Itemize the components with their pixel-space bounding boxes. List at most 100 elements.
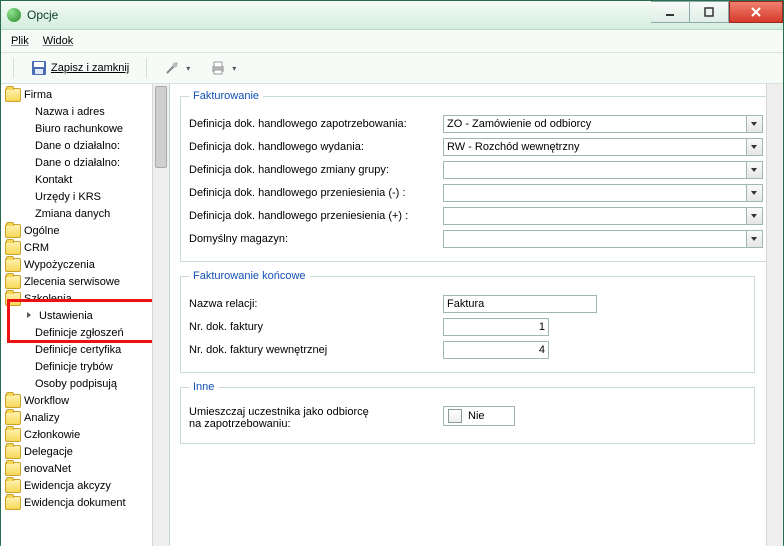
tree-item-delegacje[interactable]: Delegacje — [1, 443, 169, 460]
tree-item-def-certyfikatow[interactable]: Definicje certyfika — [1, 341, 169, 358]
combo-input[interactable] — [443, 230, 747, 248]
combo-input[interactable] — [443, 138, 747, 156]
chevron-down-icon: ▾ — [232, 64, 236, 73]
row-def-wydania: Definicja dok. handlowego wydania: — [189, 138, 763, 156]
tree-item-czlonkowie[interactable]: Członkowie — [1, 426, 169, 443]
app-icon — [7, 8, 21, 22]
tree-item-osoby[interactable]: Osoby podpisują — [1, 375, 169, 392]
combo-def-wydania[interactable] — [443, 138, 763, 156]
folder-icon — [5, 224, 21, 238]
menubar: Plik Widok — [1, 30, 783, 53]
save-and-close-button[interactable]: Zapisz i zamknij — [24, 57, 136, 79]
row-domyslny-magazyn: Domyślny magazyn: — [189, 230, 763, 248]
folder-icon — [5, 241, 21, 255]
input-nazwa-relacji[interactable] — [443, 295, 597, 313]
folder-icon — [5, 428, 21, 442]
menu-file[interactable]: Plik — [11, 35, 29, 47]
tree-scrollbar[interactable] — [152, 84, 169, 546]
label: Nr. dok. faktury wewnętrznej — [189, 344, 443, 356]
maximize-button[interactable] — [690, 1, 729, 23]
row-nazwa-relacji: Nazwa relacji: — [189, 295, 746, 313]
tree-item-nazwa[interactable]: Nazwa i adres — [1, 103, 169, 120]
chevron-down-icon[interactable] — [747, 161, 763, 179]
input-nr-faktury[interactable] — [443, 318, 549, 336]
combo-def-przeniesienia-minus[interactable] — [443, 184, 763, 202]
scrollbar-thumb[interactable] — [155, 86, 167, 168]
combo-domyslny-magazyn[interactable] — [443, 230, 763, 248]
menu-view[interactable]: Widok — [43, 35, 74, 47]
combo-input[interactable] — [443, 161, 747, 179]
combo-def-przeniesienia-plus[interactable] — [443, 207, 763, 225]
combo-def-zmiany-grupy[interactable] — [443, 161, 763, 179]
window: Opcje Plik Widok Zapisz i zamknij ▾ — [0, 0, 784, 544]
tree-item-crm[interactable]: CRM — [1, 239, 169, 256]
nav-tree: Firma Nazwa i adres Biuro rachunkowe Dan… — [1, 84, 170, 546]
checkbox-umieszczaj-uczestnika[interactable]: Nie — [443, 406, 515, 426]
tree-item-zlecenia[interactable]: Zlecenia serwisowe — [1, 273, 169, 290]
print-icon — [210, 60, 226, 76]
label: Umieszczaj uczestnika jako odbiorcę na z… — [189, 406, 443, 430]
group-fakturowanie: Fakturowanie Definicja dok. handlowego z… — [180, 90, 772, 262]
chevron-down-icon[interactable] — [747, 138, 763, 156]
chevron-down-icon[interactable] — [747, 184, 763, 202]
save-and-close-label: Zapisz i zamknij — [51, 62, 129, 74]
folder-icon — [5, 292, 21, 306]
tree-item-workflow[interactable]: Workflow — [1, 392, 169, 409]
tree-item-wypozyczenia[interactable]: Wypożyczenia — [1, 256, 169, 273]
tree-item-dane1[interactable]: Dane o działalno: — [1, 137, 169, 154]
combo-def-zapotrzebowania[interactable] — [443, 115, 763, 133]
titlebar: Opcje — [1, 1, 783, 30]
folder-icon — [5, 394, 21, 408]
group-legend: Inne — [189, 381, 218, 393]
label: Definicja dok. handlowego zmiany grupy: — [189, 164, 443, 176]
tree-item-ustawienia[interactable]: Ustawienia — [1, 307, 169, 324]
row-def-przeniesienia-minus: Definicja dok. handlowego przeniesienia … — [189, 184, 763, 202]
tree-item-analizy[interactable]: Analizy — [1, 409, 169, 426]
input-nr-faktury-wewn[interactable] — [443, 341, 549, 359]
combo-input[interactable] — [443, 184, 747, 202]
tree-item-def-trybow[interactable]: Definicje trybów — [1, 358, 169, 375]
tools-button[interactable]: ▾ — [157, 57, 197, 79]
checkbox-label: Nie — [468, 410, 485, 422]
row-umieszczaj-uczestnika: Umieszczaj uczestnika jako odbiorcę na z… — [189, 406, 746, 430]
label: Domyślny magazyn: — [189, 233, 443, 245]
window-title: Opcje — [27, 8, 651, 22]
tree-item-kontakt[interactable]: Kontakt — [1, 171, 169, 188]
close-button[interactable] — [729, 1, 783, 23]
label: Definicja dok. handlowego zapotrzebowani… — [189, 118, 443, 130]
print-button[interactable]: ▾ — [203, 57, 243, 79]
folder-icon — [5, 462, 21, 476]
minimize-button[interactable] — [651, 1, 690, 23]
row-def-przeniesienia-plus: Definicja dok. handlowego przeniesienia … — [189, 207, 763, 225]
folder-icon — [5, 88, 21, 102]
tree-item-urzedy[interactable]: Urzędy i KRS — [1, 188, 169, 205]
combo-input[interactable] — [443, 207, 747, 225]
tree-item-def-zgloszen[interactable]: Definicje zgłoszeń — [1, 324, 169, 341]
combo-input[interactable] — [443, 115, 747, 133]
tree-item-biuro[interactable]: Biuro rachunkowe — [1, 120, 169, 137]
chevron-down-icon[interactable] — [747, 230, 763, 248]
tree-item-dane2[interactable]: Dane o działalno: — [1, 154, 169, 171]
body: Firma Nazwa i adres Biuro rachunkowe Dan… — [1, 84, 783, 546]
content-scrollbar[interactable] — [766, 84, 783, 546]
tree-item-ewidencja-akcyzy[interactable]: Ewidencja akcyzy — [1, 477, 169, 494]
toolbar-separator — [146, 58, 147, 78]
tree-item-zmiana[interactable]: Zmiana danych — [1, 205, 169, 222]
save-icon — [31, 60, 47, 76]
chevron-down-icon[interactable] — [747, 115, 763, 133]
content-pane: Fakturowanie Definicja dok. handlowego z… — [170, 84, 783, 546]
tree-item-ogolne[interactable]: Ogólne — [1, 222, 169, 239]
chevron-down-icon: ▾ — [186, 64, 190, 73]
tree-item-ewidencja-dokumentow[interactable]: Ewidencja dokument — [1, 494, 169, 511]
folder-icon — [5, 445, 21, 459]
chevron-down-icon[interactable] — [747, 207, 763, 225]
group-legend: Fakturowanie końcowe — [189, 270, 310, 282]
tree-item-szkolenia[interactable]: Szkolenia — [1, 290, 169, 307]
folder-icon — [5, 258, 21, 272]
label: Definicja dok. handlowego wydania: — [189, 141, 443, 153]
toolbar-separator — [13, 58, 14, 78]
label: Nr. dok. faktury — [189, 321, 443, 333]
group-legend: Fakturowanie — [189, 90, 263, 102]
tree-item-enovanet[interactable]: enovaNet — [1, 460, 169, 477]
tree-item-firma[interactable]: Firma — [1, 86, 169, 103]
